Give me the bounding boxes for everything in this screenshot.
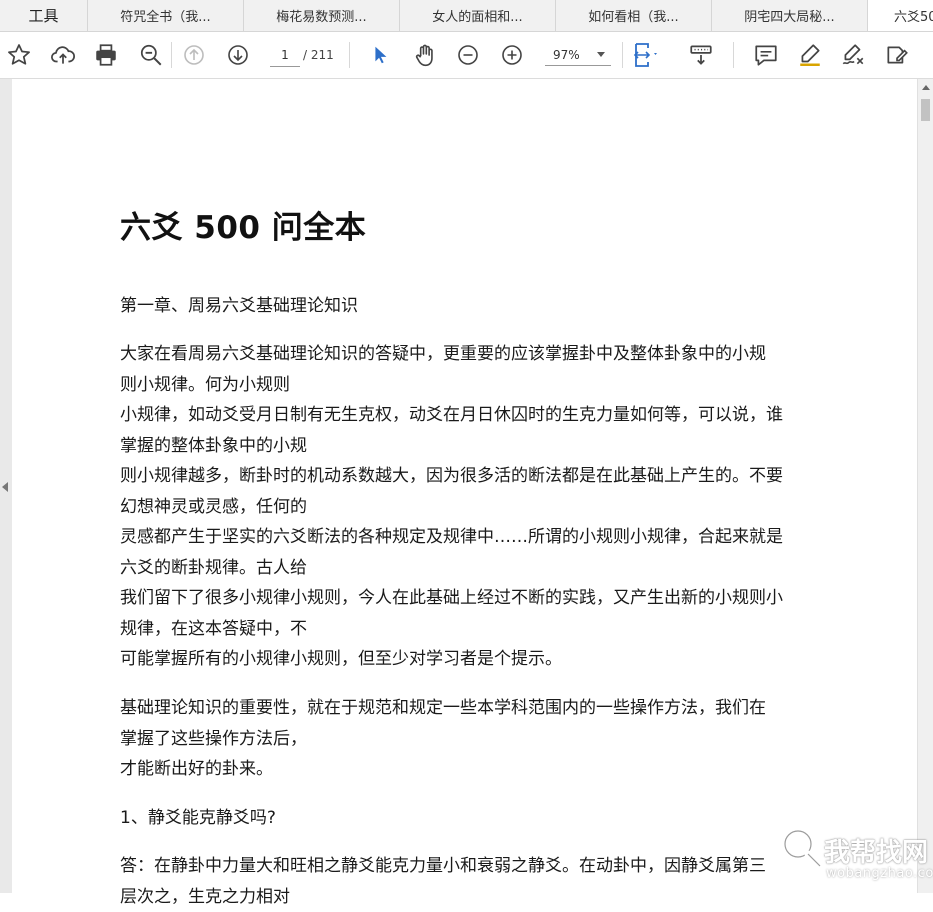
paragraph-1: 大家在看周易六爻基础理论知识的答疑中，更重要的应该掌握卦中及整体卦象中的小规 则… <box>120 339 820 675</box>
paragraph-line: 幻想神灵或灵感，任何的 <box>120 492 820 523</box>
paragraph-line: 规律，在这本答疑中，不 <box>120 614 820 645</box>
toolbar-separator <box>622 42 623 68</box>
paragraph-line: 大家在看周易六爻基础理论知识的答疑中，更重要的应该掌握卦中及整体卦象中的小规 <box>120 339 820 370</box>
paragraph-line: 基础理论知识的重要性，就在于规范和规定一些本学科范围内的一些操作方法，我们在 <box>120 693 820 724</box>
watermark-url: wobangzhao.com <box>826 866 933 881</box>
left-panel-toggle[interactable] <box>0 79 12 893</box>
paragraph-line: 掌握的整体卦象中的小规 <box>120 431 820 462</box>
chevron-left-icon <box>2 482 8 492</box>
print-icon <box>93 42 119 68</box>
zoom-tool-button[interactable] <box>135 39 167 71</box>
highlight-pen-icon <box>797 42 823 68</box>
paragraph-line: 则小规律。何为小规则 <box>120 370 820 401</box>
comment-button[interactable] <box>750 39 782 71</box>
scrollbar-thumb[interactable] <box>921 99 930 121</box>
bookmark-button[interactable] <box>3 39 35 71</box>
tab-tools[interactable]: 工具 <box>0 0 88 31</box>
page-number-input[interactable]: 1 <box>270 44 300 67</box>
paragraph-line: 小规律，如动爻受月日制有无生克权，动爻在月日休囚时的生克力量如何等，可以说，谁 <box>120 400 820 431</box>
chevron-down-icon <box>597 52 605 57</box>
answer-line: 层次之，生克之力相对 <box>120 882 820 912</box>
tab-document-4-label: 如何看相（我... <box>588 6 678 25</box>
fit-page-icon <box>631 41 661 69</box>
sign-button[interactable] <box>837 39 869 71</box>
highlight-button[interactable] <box>794 39 826 71</box>
document-viewer: 六爻 500 问全本 第一章、周易六爻基础理论知识 大家在看周易六爻基础理论知识… <box>0 79 933 893</box>
tab-document-active[interactable]: 六爻50 <box>868 0 933 31</box>
zoom-level-value: 97% <box>553 48 580 62</box>
tab-document-4[interactable]: 如何看相（我... <box>556 0 712 31</box>
tab-document-5[interactable]: 阴宅四大局秘... <box>712 0 868 31</box>
toolbar-separator <box>733 42 734 68</box>
comment-icon <box>753 42 779 68</box>
tab-document-5-label: 阴宅四大局秘... <box>744 6 834 25</box>
paragraph-line: 掌握了这些操作方法后， <box>120 724 820 755</box>
select-tool-button[interactable] <box>364 39 396 71</box>
zoom-in-icon <box>500 43 524 67</box>
paragraph-line: 我们留下了很多小规律小规则，今人在此基础上经过不断的实践，又产生出新的小规则小 <box>120 583 820 614</box>
zoom-out-button[interactable] <box>452 39 484 71</box>
question-1: 1、静爻能克静爻吗? <box>120 803 820 834</box>
tab-document-1[interactable]: 符咒全书（我... <box>88 0 244 31</box>
hand-tool-button[interactable] <box>409 39 441 71</box>
chapter-heading-text: 第一章、周易六爻基础理论知识 <box>120 291 820 322</box>
tab-document-3-label: 女人的面相和... <box>432 6 522 25</box>
chapter-heading: 第一章、周易六爻基础理论知识 <box>120 291 820 322</box>
sign-icon <box>840 42 866 68</box>
answer-1: 答：在静卦中力量大和旺相之静爻能克力量小和衰弱之静爻。在动卦中，因静爻属第三 层… <box>120 851 820 912</box>
watermark-logo-text: 我帮找网 <box>824 832 928 869</box>
zoom-search-icon <box>138 42 164 68</box>
tab-document-2-label: 梅花易数预测... <box>276 6 366 25</box>
zoom-in-button[interactable] <box>496 39 528 71</box>
next-page-button[interactable] <box>222 39 254 71</box>
tab-document-3[interactable]: 女人的面相和... <box>400 0 556 31</box>
document-page: 六爻 500 问全本 第一章、周易六爻基础理论知识 大家在看周易六爻基础理论知识… <box>12 79 917 893</box>
scroll-up-arrow-icon[interactable] <box>922 85 930 90</box>
answer-line: 答：在静卦中力量大和旺相之静爻能克力量小和衰弱之静爻。在动卦中，因静爻属第三 <box>120 851 820 882</box>
toolbar: 1 / 211 97% <box>0 32 933 79</box>
toolbar-separator <box>171 42 172 68</box>
paragraph-line: 灵感都产生于坚实的六爻断法的各种规定及规律中……所谓的小规则小规律，合起来就是 <box>120 522 820 553</box>
tab-tools-label: 工具 <box>28 5 58 26</box>
tab-document-active-label: 六爻50 <box>894 6 933 25</box>
paragraph-line: 才能断出好的卦来。 <box>120 754 820 785</box>
vertical-scrollbar[interactable] <box>917 79 933 893</box>
select-cursor-icon <box>369 43 391 67</box>
cloud-upload-icon <box>50 42 76 68</box>
previous-page-button[interactable] <box>178 39 210 71</box>
paragraph-line: 则小规律越多，断卦时的机动系数越大，因为很多活的断法都是在此基础上产生的。不要 <box>120 461 820 492</box>
magnifier-logo-icon <box>778 824 826 872</box>
upload-button[interactable] <box>47 39 79 71</box>
question-line: 1、静爻能克静爻吗? <box>120 803 820 834</box>
fill-sign-icon <box>884 42 910 68</box>
zoom-out-icon <box>456 43 480 67</box>
paragraph-2: 基础理论知识的重要性，就在于规范和规定一些本学科范围内的一些操作方法，我们在 掌… <box>120 693 820 785</box>
current-page-value: 1 <box>281 48 289 62</box>
paragraph-line: 六爻的断卦规律。古人给 <box>120 553 820 584</box>
tab-bar: 工具 符咒全书（我... 梅花易数预测... 女人的面相和... 如何看相（我.… <box>0 0 933 32</box>
star-icon <box>6 42 32 68</box>
hand-icon <box>412 42 438 68</box>
page-up-icon <box>182 43 206 67</box>
paragraph-line: 可能掌握所有的小规律小规则，但至少对学习者是个提示。 <box>120 644 820 675</box>
document-title: 六爻 500 问全本 <box>120 202 366 247</box>
tab-document-1-label: 符咒全书（我... <box>120 6 210 25</box>
scroll-mode-button[interactable] <box>685 39 717 71</box>
fit-page-button[interactable] <box>630 39 662 71</box>
page-down-icon <box>226 43 250 67</box>
total-pages-label: / 211 <box>303 44 334 66</box>
tab-document-2[interactable]: 梅花易数预测... <box>244 0 400 31</box>
scroll-mode-icon <box>688 42 714 68</box>
print-button[interactable] <box>90 39 122 71</box>
fill-sign-button[interactable] <box>881 39 913 71</box>
toolbar-separator <box>349 42 350 68</box>
